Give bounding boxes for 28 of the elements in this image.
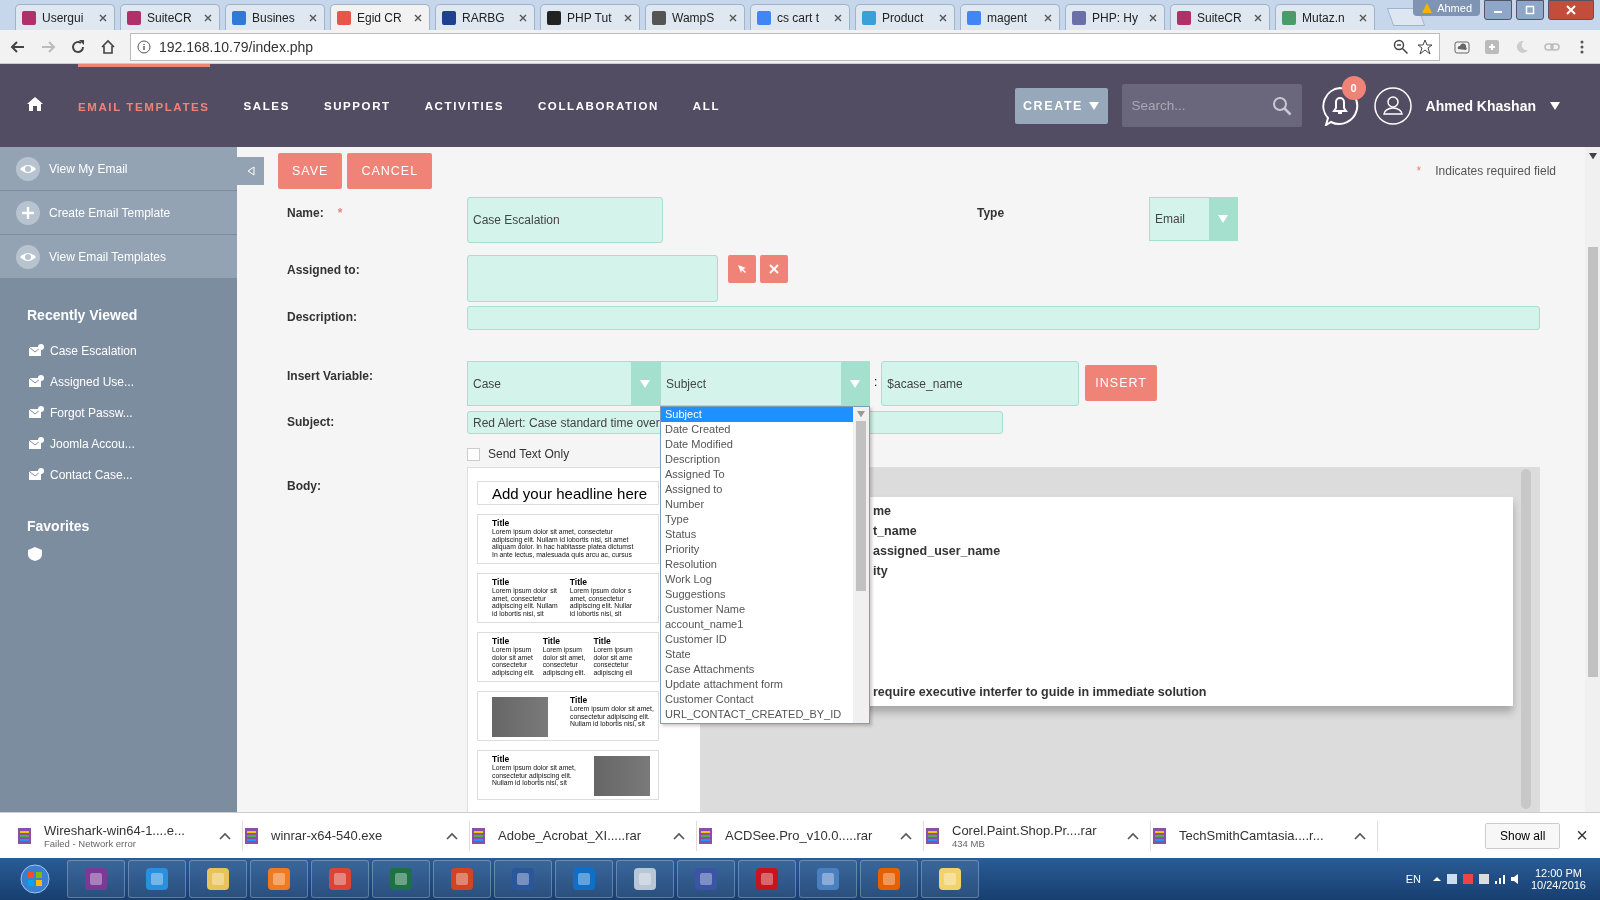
required-mark: * bbox=[337, 206, 343, 220]
separator: : bbox=[873, 374, 879, 389]
section-heading: Recently Viewed bbox=[26, 307, 139, 323]
required-note: Indicates required field bbox=[1435, 164, 1556, 178]
template-title: Title bbox=[593, 637, 612, 646]
field-label: Name: bbox=[287, 206, 324, 220]
required-mark: * bbox=[1416, 164, 1422, 178]
body-text: t_name bbox=[873, 523, 918, 540]
field-label: Assigned to: bbox=[287, 263, 360, 277]
checkbox-label: Send Text Only bbox=[488, 447, 570, 461]
field-label: Body: bbox=[287, 479, 321, 493]
body-text: require executive interfer to guide in immediate solution bbox=[873, 684, 1208, 701]
body-text: assigned_user_name bbox=[873, 543, 1002, 560]
template-title: Title bbox=[569, 578, 589, 587]
body-text: ity bbox=[873, 563, 889, 580]
field-label: Description: bbox=[287, 310, 357, 324]
template-title: Title bbox=[570, 696, 589, 705]
body-text: me bbox=[873, 503, 893, 520]
notification-count: 0 bbox=[1341, 75, 1366, 100]
field-label: Insert Variable: bbox=[287, 369, 374, 383]
field-label: Subject: bbox=[287, 415, 335, 429]
field-label: Type bbox=[977, 206, 1005, 220]
template-title: Title bbox=[492, 578, 511, 587]
template-title: Title bbox=[492, 755, 511, 764]
template-title: Title bbox=[492, 519, 511, 528]
template-title: Title bbox=[542, 637, 562, 646]
section-heading: Favorites bbox=[26, 518, 91, 534]
template-title: Title bbox=[492, 637, 511, 646]
